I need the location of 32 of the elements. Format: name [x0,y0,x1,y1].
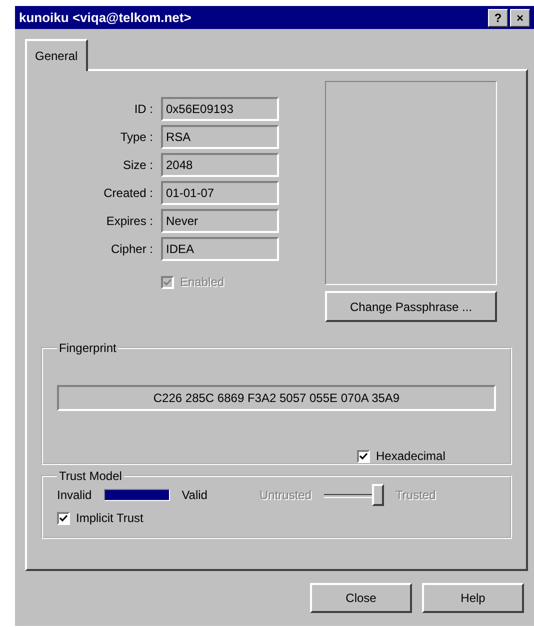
tab[interactable]: General [25,39,88,71]
checkbox-label: Enabled [180,275,224,289]
checkbox-label: Implicit Trust [76,511,144,525]
group-title: Trust Model [58,469,123,483]
window-title: kunoiku <viqa@telkom.net> [19,10,192,25]
checkbox[interactable] [357,450,370,462]
input-field[interactable]: 01-01-07 [161,181,279,205]
field-label: Created : [102,186,154,200]
checkbox[interactable] [57,512,70,524]
input-field[interactable]: Never [161,209,279,233]
close-button[interactable]: × [510,8,530,26]
field-label: Expires : [105,214,154,228]
field-label: Cipher : [110,242,154,256]
input-field[interactable]: RSA [161,125,279,149]
help-dialog-button[interactable]: Help [422,583,524,613]
close-dialog-button[interactable]: Close [310,583,412,613]
input-field[interactable]: 0x56E09193 [161,97,279,121]
change-passphrase-button[interactable]: Change Passphrase ... [325,291,497,322]
input-field[interactable]: IDEA [161,237,279,261]
fingerprint-field: C226 285C 6869 F3A2 5057 055E 070A 35A9 [57,385,496,411]
checkbox-label: Hexadecimal [376,449,446,463]
group-title: Fingerprint [58,341,118,355]
trust-slider[interactable] [324,483,384,507]
valid-label: Valid [182,488,208,502]
input-field[interactable]: 2048 [161,153,279,177]
field-label: Type : [119,130,154,144]
invalid-label: Invalid [57,488,92,502]
trusted-label: Trusted [396,488,436,502]
field-label: Size : [122,158,154,172]
help-button[interactable]: ? [488,8,508,26]
untrusted-label: Untrusted [259,488,312,502]
field-label: ID : [133,102,154,116]
